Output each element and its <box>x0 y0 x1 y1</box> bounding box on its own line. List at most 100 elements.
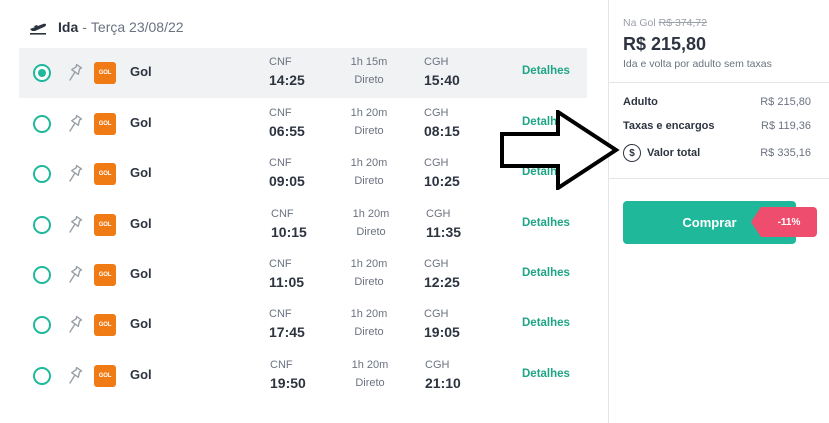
duration-col: 1h 20m Direto <box>349 157 389 187</box>
departure-time: 19:50 <box>270 375 306 391</box>
flight-row[interactable]: GOL Gol CNF 19:50 1h 20m Direto CGH 21:1… <box>19 351 587 401</box>
airline-logo: GOL <box>94 314 116 336</box>
arrival-col: CGH 08:15 <box>424 107 460 139</box>
duration-col: 1h 20m Direto <box>350 359 390 389</box>
arrival-airport: CGH <box>425 359 450 371</box>
flight-stops: Direto <box>354 276 384 288</box>
taxes-value: R$ 119,36 <box>761 120 811 132</box>
departure-col: CNF 14:25 <box>269 56 305 88</box>
departure-airport: CNF <box>269 157 292 169</box>
flight-select-radio[interactable] <box>33 64 51 82</box>
pin-icon[interactable] <box>66 215 84 235</box>
arrival-col: CGH 19:05 <box>424 308 460 340</box>
flight-stops: Direto <box>356 226 386 238</box>
flight-stops: Direto <box>354 74 384 86</box>
arrival-col: CGH 11:35 <box>426 208 461 240</box>
details-link[interactable]: Detalhes <box>522 217 570 229</box>
details-link[interactable]: Detalhes <box>522 368 570 380</box>
flight-row[interactable]: GOL Gol CNF 10:15 1h 20m Direto CGH 11:3… <box>19 200 587 250</box>
departure-col: CNF 11:05 <box>269 258 304 290</box>
pin-icon[interactable] <box>66 366 84 386</box>
departure-time: 14:25 <box>269 72 305 88</box>
arrival-airport: CGH <box>426 208 451 220</box>
flight-stops: Direto <box>355 377 385 389</box>
arrival-time: 11:35 <box>426 224 462 240</box>
flight-duration: 1h 20m <box>350 107 388 119</box>
flight-select-radio[interactable] <box>33 115 51 133</box>
airline-name: Gol <box>130 115 152 130</box>
pin-icon[interactable] <box>66 114 84 134</box>
pin-icon[interactable] <box>66 63 84 83</box>
arrival-time: 19:05 <box>424 324 460 340</box>
price-note: Ida e volta por adulto sem taxas <box>623 58 772 70</box>
departure-airport: CNF <box>269 56 292 68</box>
pin-icon[interactable] <box>66 164 84 184</box>
pin-icon[interactable] <box>66 265 84 285</box>
taxes-label: Taxas e encargos <box>623 120 715 132</box>
departure-airport: CNF <box>269 308 292 320</box>
current-price: R$ 215,80 <box>623 34 707 54</box>
departure-col: CNF 10:15 <box>271 208 307 240</box>
total-row: $ Valor total <box>623 144 700 162</box>
airline-logo: GOL <box>94 163 116 185</box>
airline-name: Gol <box>130 216 152 231</box>
flight-stops: Direto <box>354 125 384 137</box>
pin-icon[interactable] <box>66 315 84 335</box>
details-link[interactable]: Detalhes <box>522 267 570 279</box>
details-link[interactable]: Detalhes <box>522 317 570 329</box>
trip-direction: Ida <box>58 19 79 35</box>
arrival-airport: CGH <box>424 56 449 68</box>
annotation-arrow-icon <box>500 110 620 190</box>
duration-col: 1h 20m Direto <box>351 208 391 238</box>
trip-date: Terça 23/08/22 <box>90 19 184 35</box>
departure-airport: CNF <box>269 107 292 119</box>
airline-name: Gol <box>130 367 152 382</box>
flight-stops: Direto <box>354 326 384 338</box>
header-separator: - <box>82 19 87 35</box>
departure-col: CNF 19:50 <box>270 359 306 391</box>
flight-list-panel: Ida - Terça 23/08/22 GOL Gol CNF 14:25 1… <box>0 0 608 423</box>
flight-row[interactable]: GOL Gol CNF 14:25 1h 15m Direto CGH 15:4… <box>19 48 587 98</box>
summary-divider-bottom <box>609 178 829 179</box>
departure-col: CNF 09:05 <box>269 157 305 189</box>
departure-time: 11:05 <box>269 274 305 290</box>
flight-row[interactable]: GOL Gol CNF 17:45 1h 20m Direto CGH 19:0… <box>19 300 587 350</box>
flight-duration: 1h 20m <box>350 258 388 270</box>
duration-col: 1h 20m Direto <box>349 258 389 288</box>
flight-select-radio[interactable] <box>33 316 51 334</box>
adult-value: R$ 215,80 <box>760 96 811 108</box>
flight-duration: 1h 20m <box>352 208 390 220</box>
flight-row[interactable]: GOL Gol CNF 11:05 1h 20m Direto CGH 12:2… <box>19 250 587 300</box>
original-price-line: Na Gol R$ 374,72 <box>623 17 707 29</box>
discount-badge: -11% <box>751 207 817 237</box>
summary-divider <box>609 82 829 83</box>
flight-select-radio[interactable] <box>33 367 51 385</box>
flight-select-radio[interactable] <box>33 165 51 183</box>
departure-airport: CNF <box>269 258 292 270</box>
flight-select-radio[interactable] <box>33 266 51 284</box>
arrival-time: 15:40 <box>424 72 460 88</box>
arrival-time: 08:15 <box>424 123 460 139</box>
airline-logo: GOL <box>94 113 116 135</box>
airline-name: Gol <box>130 64 152 79</box>
flight-select-radio[interactable] <box>33 216 51 234</box>
departure-airport: CNF <box>270 359 293 371</box>
departure-time: 17:45 <box>269 324 305 340</box>
original-price-prefix: Na Gol <box>623 17 656 29</box>
arrival-col: CGH 15:40 <box>424 56 460 88</box>
arrival-time: 10:25 <box>424 173 460 189</box>
departure-time: 09:05 <box>269 173 305 189</box>
airline-logo: GOL <box>94 62 116 84</box>
flight-duration: 1h 20m <box>350 308 388 320</box>
flight-stops: Direto <box>354 175 384 187</box>
departure-col: CNF 17:45 <box>269 308 305 340</box>
airline-name: Gol <box>130 316 152 331</box>
adult-label: Adulto <box>623 96 658 108</box>
arrival-time: 21:10 <box>425 375 461 391</box>
arrival-airport: CGH <box>424 308 449 320</box>
airline-logo: GOL <box>94 365 116 387</box>
departure-time: 06:55 <box>269 123 305 139</box>
duration-col: 1h 15m Direto <box>349 56 389 86</box>
original-price: R$ 374,72 <box>658 17 708 29</box>
details-link[interactable]: Detalhes <box>522 65 570 77</box>
